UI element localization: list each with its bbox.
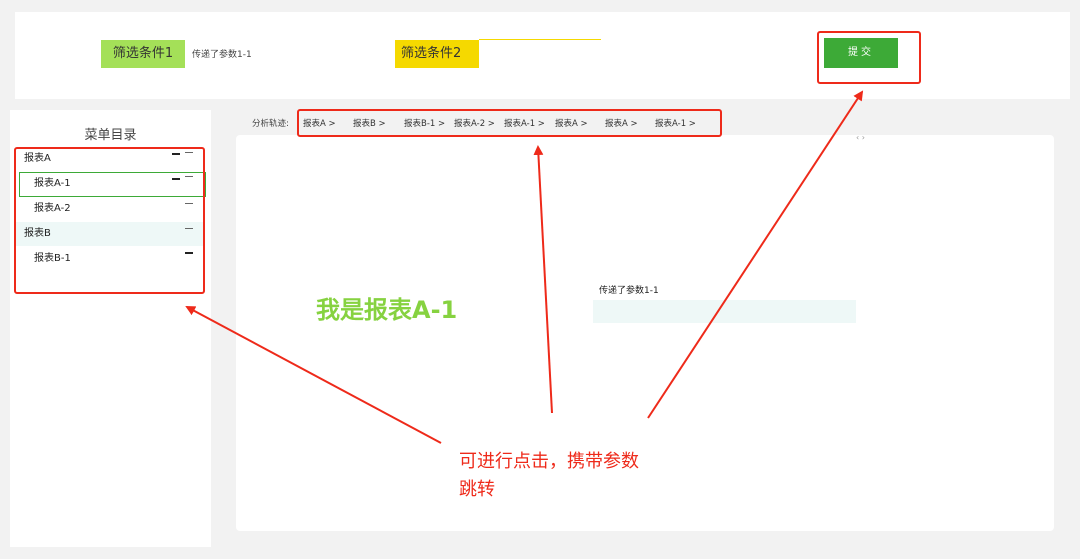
arrow-to-breadcrumb [533, 145, 553, 414]
annotation-line1: 可进行点击，携带参数 [459, 451, 639, 472]
annotation-text: 可进行点击，携带参数 跳转 [459, 448, 639, 504]
arrow-to-menu [185, 306, 442, 444]
arrow-to-submit [647, 90, 864, 419]
annotation-line2: 跳转 [459, 479, 495, 500]
